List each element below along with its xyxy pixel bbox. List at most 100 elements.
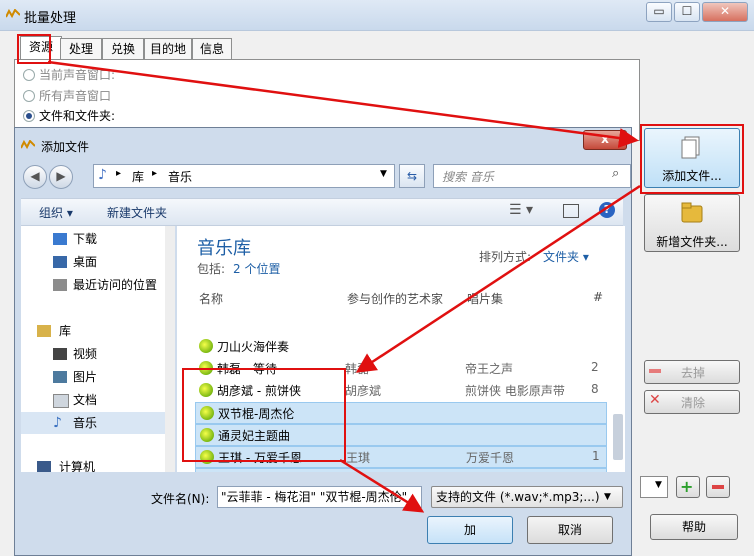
remove-button[interactable]: 去掉 (644, 360, 740, 384)
nav-item-music[interactable]: ♪ 音乐 (21, 412, 169, 434)
cell-num: 2 (591, 360, 599, 374)
radio-current-window-label: 当前声音窗口: (39, 68, 116, 82)
help-button[interactable]: 帮助 (650, 514, 738, 540)
arrange-label: 排列方式: (479, 250, 532, 264)
breadcrumb-music[interactable]: 音乐 (168, 168, 192, 185)
annotation-box-add-file (640, 124, 744, 194)
tab-destination[interactable]: 目的地 (144, 38, 192, 59)
add-file-dialog: 添加文件 x ◀ ▶ ♪ ▸ 库 ▸ 音乐 ▼ ⇆ 搜索 音乐 ⌕ 组织 ▾ 新… (14, 127, 632, 556)
remove-minus-button[interactable] (706, 476, 730, 498)
nav-item-documents[interactable]: 文档 (21, 389, 169, 411)
search-input[interactable]: 搜索 音乐 ⌕ (433, 164, 631, 188)
radio-files-folders-label: 文件和文件夹: (39, 109, 116, 123)
documents-icon (53, 394, 69, 408)
filename-input[interactable]: "云菲菲 - 梅花泪" "双节棍-周杰伦" (217, 486, 422, 508)
preview-pane-icon[interactable] (563, 204, 579, 218)
library-icon (37, 325, 51, 337)
forward-button[interactable]: ▶ (49, 165, 73, 189)
recent-places-icon (53, 279, 67, 291)
cell-name: 云菲菲 - 梅花泪 (218, 471, 302, 472)
cancel-button[interactable]: 取消 (527, 516, 613, 544)
add-confirm-button[interactable]: 加 (427, 516, 513, 544)
nav-pane-scrollbar[interactable] (165, 226, 175, 472)
clear-button[interactable]: ✕ 清除 (644, 390, 740, 414)
nav-item-label: 计算机 (59, 460, 96, 472)
maximize-button[interactable]: ☐ (674, 2, 700, 22)
nav-item-label: 桌面 (73, 255, 98, 269)
chevron-down-icon: ▼ (604, 492, 611, 502)
radio-current-window[interactable] (23, 69, 35, 81)
refresh-button[interactable]: ⇆ (399, 164, 425, 188)
dropdown-stub[interactable]: ▼ (640, 476, 668, 498)
column-artist[interactable]: 参与创作的艺术家 (347, 290, 443, 307)
cell-artist: 韩磊 (345, 362, 370, 376)
add-plus-button[interactable]: + (676, 476, 700, 498)
nav-item-desktop[interactable]: 桌面 (21, 251, 169, 273)
tab-exchange[interactable]: 兑换 (102, 38, 144, 59)
new-folder-toolbar-button[interactable]: 新建文件夹 (107, 204, 167, 221)
annotation-box-selected-files (182, 368, 346, 462)
nav-item-label: 视频 (73, 347, 98, 361)
music-note-icon: ♪ (53, 415, 62, 431)
folder-icon (681, 202, 703, 223)
table-row[interactable]: 刀山火海伴奏 (195, 336, 605, 356)
cell-album: 云菲菲-今世有缘 (466, 471, 554, 472)
outer-window-title: 批量处理 (24, 11, 77, 26)
desktop-icon (53, 256, 67, 268)
clear-label: 清除 (681, 396, 706, 410)
file-list-scrollbar-thumb[interactable] (613, 414, 623, 460)
new-folder-button[interactable]: 新增文件夹... (644, 194, 740, 252)
search-placeholder: 搜索 音乐 (442, 170, 494, 184)
outer-close-button[interactable]: ✕ (702, 2, 748, 22)
app-wave-icon (6, 9, 20, 19)
nav-item-downloads[interactable]: 下载 (21, 228, 169, 250)
library-title: 音乐库 (197, 238, 251, 259)
radio-all-windows[interactable] (23, 90, 35, 102)
music-note-icon: ♪ (98, 167, 107, 183)
x-icon: ✕ (649, 392, 661, 408)
cell-album: 帝王之声 (465, 362, 514, 376)
column-album[interactable]: 唱片集 (467, 290, 503, 307)
nav-item-recent[interactable]: 最近访问的位置 (21, 274, 169, 296)
dialog-close-button[interactable]: x (583, 130, 627, 150)
breadcrumb-library[interactable]: 库 (132, 168, 144, 185)
minimize-button[interactable]: ▭ (646, 2, 672, 22)
music-file-icon (199, 339, 213, 353)
tab-info[interactable]: 信息 (192, 38, 232, 59)
chevron-down-icon[interactable]: ▼ (380, 169, 387, 179)
search-icon: ⌕ (612, 166, 620, 181)
filename-label: 文件名(N): (151, 492, 210, 506)
annotation-box-source-tab (17, 34, 51, 64)
back-button[interactable]: ◀ (23, 165, 47, 189)
cell-num: 8 (591, 382, 599, 396)
filename-row: 文件名(N): "云菲菲 - 梅花泪" "双节棍-周杰伦" 支持的文件 (*.w… (21, 484, 625, 510)
includes-locations-link[interactable]: 2 个位置 (233, 260, 280, 277)
arrange-dropdown[interactable]: 文件夹 ▾ (543, 248, 589, 265)
remove-label: 去掉 (681, 366, 706, 380)
nav-item-label: 图片 (73, 370, 98, 384)
tab-process[interactable]: 处理 (60, 38, 102, 59)
column-track-number[interactable]: # (593, 290, 603, 304)
chevron-right-icon: ▸ (116, 168, 122, 179)
cell-album: 煎饼侠 电影原声带 (465, 384, 565, 398)
column-name[interactable]: 名称 (199, 290, 223, 307)
table-row[interactable]: 云菲菲 - 梅花泪 云菲菲 云菲菲-今世有缘 3 (195, 468, 607, 472)
view-options-icon[interactable]: ☰ ▾ (509, 202, 533, 218)
includes-label: 包括: (197, 262, 226, 276)
nav-item-video[interactable]: 视频 (21, 343, 169, 365)
address-bar[interactable]: ♪ ▸ 库 ▸ 音乐 ▼ (93, 164, 395, 188)
outer-titlebar: 批量处理 ▭ ☐ ✕ (0, 0, 754, 31)
download-folder-icon (53, 233, 67, 245)
nav-item-library[interactable]: 库 (21, 320, 169, 342)
cell-artist: 王琪 (346, 451, 371, 465)
nav-item-label: 最近访问的位置 (73, 278, 158, 292)
nav-item-computer[interactable]: 计算机 (21, 456, 169, 472)
file-type-filter[interactable]: 支持的文件 (*.wav;*.mp3;...) ▼ (431, 486, 623, 508)
help-icon[interactable]: ? (599, 202, 615, 218)
radio-files-folders[interactable] (23, 110, 35, 122)
organize-button[interactable]: 组织 ▾ (39, 204, 73, 221)
minus-icon (649, 369, 661, 373)
cell-num: 1 (592, 449, 600, 463)
nav-item-pictures[interactable]: 图片 (21, 366, 169, 388)
cell-album: 万爱千恩 (466, 451, 515, 465)
